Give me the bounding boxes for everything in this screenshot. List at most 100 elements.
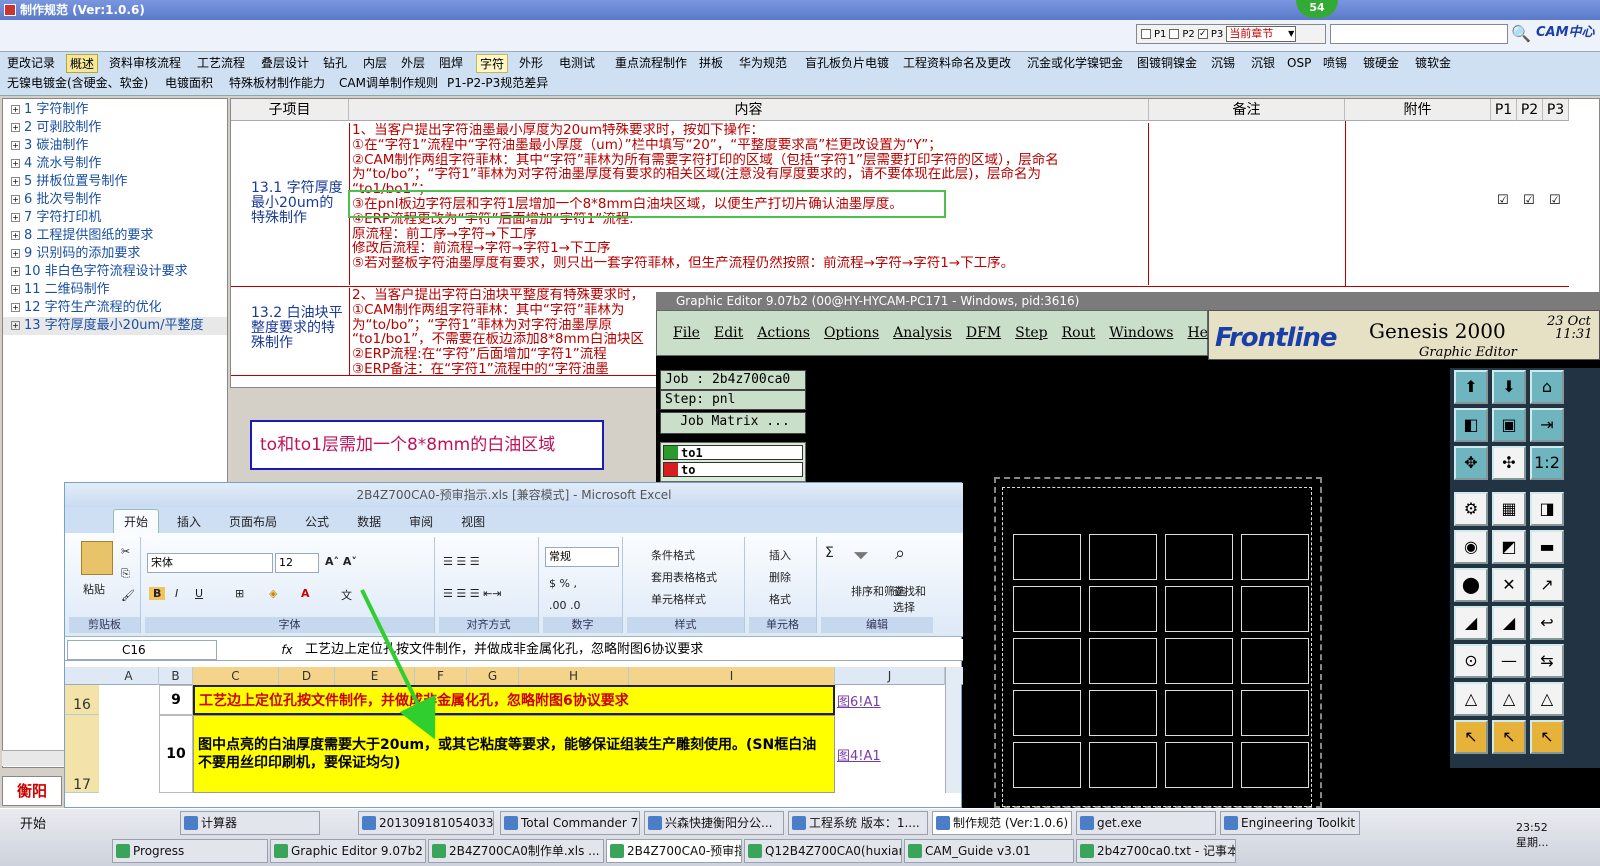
- ge-menu-item[interactable]: Actions: [757, 325, 810, 341]
- taskbar-item[interactable]: 计算器: [180, 811, 320, 835]
- taskbar-item[interactable]: Graphic Editor 9.07b2 (0...: [270, 839, 426, 863]
- ge-menu-item[interactable]: Analysis: [893, 325, 952, 341]
- measure-icon[interactable]: ◉: [1454, 530, 1488, 564]
- tab-item[interactable]: 更改记录: [4, 54, 58, 73]
- start-button[interactable]: 开始: [2, 813, 60, 837]
- seq-cell[interactable]: 10: [159, 715, 193, 793]
- ruler-icon[interactable]: ▬: [1530, 530, 1564, 564]
- paste-button[interactable]: 粘贴: [83, 581, 105, 597]
- tree-item[interactable]: +11 二维码制作: [3, 281, 227, 299]
- taskbar-item[interactable]: 20130918105403359...: [358, 811, 494, 835]
- zoom-fit-icon[interactable]: ⇥: [1530, 408, 1564, 442]
- excel-tab[interactable]: 页面布局: [219, 510, 287, 533]
- grid-icon[interactable]: ▦: [1492, 492, 1526, 526]
- row-header-16[interactable]: 16: [65, 685, 99, 715]
- tree-item[interactable]: +6 批次号制作: [3, 191, 227, 209]
- column-header[interactable]: F: [415, 667, 467, 685]
- percent-icon[interactable]: $ % ,: [549, 577, 577, 590]
- excel-tab[interactable]: 开始: [113, 509, 160, 533]
- delete-button[interactable]: 删除: [769, 569, 791, 585]
- expand-icon[interactable]: +: [11, 321, 20, 330]
- expand-icon[interactable]: +: [11, 123, 20, 132]
- column-header[interactable]: I: [629, 667, 835, 685]
- taskbar-item[interactable]: 2b4z700ca0.txt - 记事本: [1076, 839, 1236, 863]
- pointer-icon[interactable]: ↖: [1530, 720, 1564, 754]
- tab-item[interactable]: 镀硬金: [1360, 54, 1402, 73]
- p2-checkbox[interactable]: [1169, 29, 1180, 39]
- excel-vscroll[interactable]: [945, 667, 961, 793]
- tab-item[interactable]: 工程资料命名及更改: [900, 54, 1014, 73]
- tree-item[interactable]: +7 字符打印机: [3, 209, 227, 227]
- settings-icon[interactable]: ⚙: [1454, 492, 1488, 526]
- border-icon[interactable]: ⊞: [235, 587, 244, 600]
- expand-icon[interactable]: +: [11, 231, 20, 240]
- taskbar-item[interactable]: 工程系统 版本：1....: [788, 811, 928, 835]
- tree-item[interactable]: +8 工程提供图纸的要求: [3, 227, 227, 245]
- expand-icon[interactable]: +: [11, 159, 20, 168]
- taskbar-item[interactable]: get.exe: [1076, 811, 1216, 835]
- expand-icon[interactable]: +: [11, 267, 20, 276]
- taskbar-item[interactable]: 2B4Z700CA0-预审指...: [606, 839, 742, 863]
- tree-item[interactable]: +2 可剥胶制作: [3, 119, 227, 137]
- tab-item[interactable]: 概述: [66, 54, 99, 73]
- move-icon[interactable]: ✣: [1492, 446, 1526, 480]
- ge-menu-item[interactable]: Options: [824, 325, 879, 341]
- tab-item[interactable]: 阻焊: [436, 54, 466, 73]
- align-top-icon[interactable]: ☰ ☰ ☰: [443, 555, 480, 568]
- name-box[interactable]: C16: [67, 640, 217, 660]
- tab-item[interactable]: 资料审核流程: [106, 54, 184, 73]
- tab-item[interactable]: 电镀面积: [162, 74, 216, 93]
- cut-icon[interactable]: ✂: [121, 545, 130, 558]
- tree-item[interactable]: +3 碳油制作: [3, 137, 227, 155]
- column-header[interactable]: G: [467, 667, 519, 685]
- excel-tab[interactable]: 公式: [295, 510, 339, 533]
- insert-button[interactable]: 插入: [769, 547, 791, 563]
- seq-cell[interactable]: 9: [159, 685, 193, 715]
- node-icon[interactable]: ⬤: [1454, 568, 1488, 602]
- p3-checkbox[interactable]: ✓: [1197, 29, 1208, 39]
- undo-icon[interactable]: ↩: [1530, 606, 1564, 640]
- tab-item[interactable]: 电测试: [556, 54, 598, 73]
- excel-tab[interactable]: 数据: [347, 510, 391, 533]
- paste-icon[interactable]: [81, 541, 113, 575]
- tab-item[interactable]: 叠层设计: [258, 54, 312, 73]
- search-icon[interactable]: 🔍: [1510, 23, 1532, 45]
- phonetic-icon[interactable]: 文: [341, 587, 352, 603]
- excel-tab[interactable]: 插入: [167, 510, 211, 533]
- pointer-icon[interactable]: ↖: [1454, 720, 1488, 754]
- tab-item[interactable]: 特殊板材制作能力: [226, 74, 328, 93]
- tab-item[interactable]: 外形: [516, 54, 546, 73]
- expand-icon[interactable]: +: [11, 249, 20, 258]
- expand-icon[interactable]: +: [11, 141, 20, 150]
- ge-menu-item[interactable]: Rout: [1062, 325, 1096, 341]
- zoom-right-icon[interactable]: ▣: [1492, 408, 1526, 442]
- save-icon[interactable]: ⬇: [1492, 370, 1526, 404]
- row1-p2-check[interactable]: ☑: [1523, 193, 1535, 208]
- expand-icon[interactable]: +: [11, 213, 20, 222]
- column-header[interactable]: D: [279, 667, 335, 685]
- pcb-panel-canvas[interactable]: [994, 477, 1322, 808]
- copy-icon[interactable]: ⎘: [121, 567, 130, 581]
- expand-icon[interactable]: +: [11, 105, 20, 114]
- tab-item[interactable]: 拼板: [696, 54, 726, 73]
- tab-item[interactable]: 外层: [398, 54, 428, 73]
- bold-button[interactable]: B: [149, 587, 166, 600]
- line-icon[interactable]: ↗: [1530, 568, 1564, 602]
- fx-icon[interactable]: fx: [275, 640, 299, 660]
- column-header[interactable]: E: [335, 667, 415, 685]
- column-header[interactable]: B: [159, 667, 193, 685]
- dash-icon[interactable]: —: [1492, 644, 1526, 678]
- excel-tab[interactable]: 视图: [451, 510, 495, 533]
- row-header-17[interactable]: 17: [65, 715, 99, 793]
- column-header[interactable]: A: [99, 667, 159, 685]
- tree-item[interactable]: +5 拼板位置号制作: [3, 173, 227, 191]
- job-matrix-button[interactable]: Job Matrix ...: [660, 412, 806, 434]
- pan-icon[interactable]: ✥: [1454, 446, 1488, 480]
- tree-item[interactable]: +9 识别码的添加要求: [3, 245, 227, 263]
- ge-menu-item[interactable]: Step: [1015, 325, 1047, 341]
- flip-icon[interactable]: ⇆: [1530, 644, 1564, 678]
- column-header[interactable]: H: [519, 667, 629, 685]
- taskbar-item[interactable]: 兴森快捷衡阳分公...: [644, 811, 784, 835]
- layer-to1[interactable]: to1: [663, 445, 803, 460]
- filter-icon[interactable]: ⏷: [853, 543, 869, 567]
